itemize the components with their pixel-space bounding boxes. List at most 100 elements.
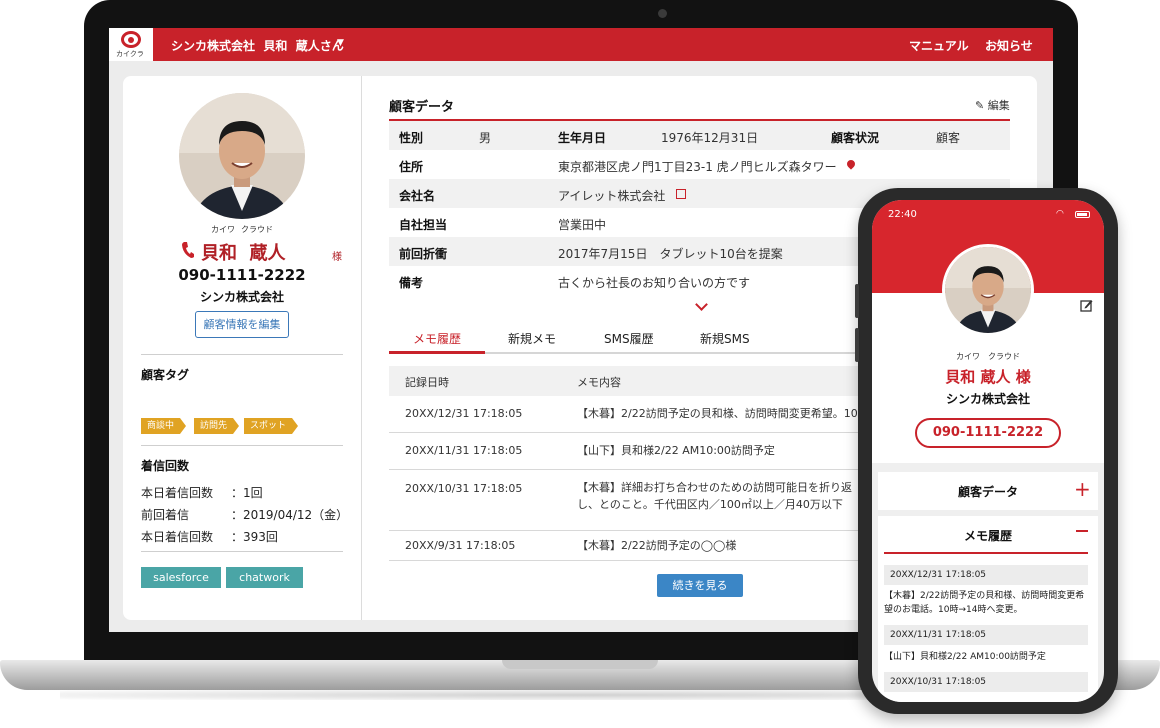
collapse-minus-icon[interactable] [1076,530,1088,532]
owner-label: 自社担当 [399,218,448,232]
customer-name: 貝和 蔵人 [201,243,286,264]
section-underline [884,552,1088,554]
expand-chevron-icon[interactable] [695,298,708,311]
gender-label: 性別 [399,131,424,145]
phone-side-button [855,284,859,318]
app-logo[interactable]: カイクラ [109,28,153,61]
phone-side-button [855,328,859,362]
owner-value: 営業田中 [558,218,607,232]
company-value[interactable]: アイレット株式会社 [558,187,665,204]
manual-link[interactable]: マニュアル [909,37,969,54]
memo-text: 【木暮】詳細お打ち合わせのための訪問可能日を折り返し、とのこと。千代田区内／10… [577,481,852,511]
wifi-icon: ◠ [1056,209,1064,219]
stat-row: 前回着信 ：2019/04/12（金） [141,506,348,523]
stat-value: ：393回 [231,530,278,544]
stat-row: 本日着信回数 ：1回 [141,484,263,501]
honorific-label: 様 [332,252,342,263]
status-time: 22:40 [888,209,917,220]
mobile-memo-date: 20XX/10/31 17:18:05 [884,672,1088,692]
notes-label: 備考 [399,276,424,290]
address-label: 住所 [399,160,424,174]
mobile-phone-frame: 22:40 ◠ カイワ クラウド 貝和 蔵人 様 シンカ株式会社 090-111… [855,188,1118,714]
data-row-basic: 性別 男 生年月日 1976年12月31日 顧客状況 顧客 [389,121,1010,150]
logo-text: カイクラ [116,50,144,58]
stat-label: 本日着信回数 [141,530,214,544]
last-deal-value: 2017年7月15日 タブレット10台を提案 [558,247,783,261]
edit-icon[interactable] [1080,299,1093,312]
divider [141,354,343,355]
active-tab-indicator [389,351,485,354]
mobile-memo-text: 【木暮】2/22訪問予定の貝和様、訪問時間変更希望のお電話。10時→14時へ変更… [884,591,1085,615]
mobile-customer-avatar [942,244,1034,336]
tag-chip[interactable]: 商談中 [141,418,187,434]
memo-date: 20XX/12/31 17:18:05 [405,407,523,420]
divider [141,445,343,446]
stat-row: 本日着信回数 ：393回 [141,528,278,545]
caret-down-icon[interactable]: ▼ [337,38,344,48]
notice-link[interactable]: お知らせ [985,37,1033,54]
mobile-memo-date: 20XX/11/31 17:18:05 [884,625,1088,645]
battery-icon [1075,211,1090,218]
tab-new-memo[interactable]: 新規メモ [508,330,556,347]
laptop-notch [502,660,658,669]
mobile-call-button[interactable]: 090-1111-2222 [915,418,1061,448]
memo-date: 20XX/9/31 17:18:05 [405,539,516,552]
address-value: 東京都港区虎ノ門1丁目23-1 虎ノ門ヒルズ森タワー [558,160,837,174]
memo-date: 20XX/10/31 17:18:05 [405,482,523,495]
tab-sms-history[interactable]: SMS履歴 [604,330,654,347]
tag-chip[interactable]: 訪問先 [194,418,240,434]
expand-plus-icon[interactable]: + [1074,477,1091,501]
mobile-app-screen: 22:40 ◠ カイワ クラウド 貝和 蔵人 様 シンカ株式会社 090-111… [872,200,1104,702]
customer-phone[interactable]: 090-1111-2222 [123,266,361,284]
phone-icon[interactable] [181,241,195,259]
edit-data-label: 編集 [987,99,1010,112]
status-label: 顧客状況 [831,131,880,145]
camera-dot [658,9,667,18]
mobile-memo-title: メモ履歴 [963,529,1012,543]
load-more-button[interactable]: 続きを見る [657,574,743,597]
edit-icon: ✎ [975,99,985,112]
external-link-icon[interactable] [676,189,686,199]
customer-tags-title: 顧客タグ [141,368,190,382]
customer-data-title: 顧客データ [389,100,455,115]
salesforce-button[interactable]: salesforce [141,567,221,588]
stat-value: ：2019/04/12（金） [231,508,349,522]
mobile-memo-date: 20XX/12/31 17:18:05 [884,565,1088,585]
logo-mark-icon [121,31,141,48]
birthday-value: 1976年12月31日 [661,131,759,145]
mobile-memo-text: 【山下】貝和様2/22 AM10:00訪問予定 [884,652,1046,662]
mobile-customer-data-section[interactable]: 顧客データ + [878,472,1098,510]
chatwork-button[interactable]: chatwork [226,567,303,588]
last-deal-label: 前回折衝 [399,247,448,261]
company-label: 会社名 [399,189,436,203]
mobile-customer-company: シンカ株式会社 [945,392,1030,406]
kana-last-name: カイワ [211,225,235,234]
stat-value: ：1回 [231,486,263,500]
tab-new-sms[interactable]: 新規SMS [700,330,750,347]
panel-divider [361,76,362,620]
stat-label: 前回着信 [141,508,190,522]
map-pin-icon[interactable] [845,158,857,170]
data-row-address: 住所 東京都港区虎ノ門1丁目23-1 虎ノ門ヒルズ森タワー [389,150,1010,179]
mobile-customer-name: 貝和 蔵人 様 [945,368,1031,386]
mobile-customer-data-title: 顧客データ [957,485,1018,499]
tag-chip[interactable]: スポット [244,418,299,434]
status-value: 顧客 [936,131,961,145]
top-navigation-bar: カイクラ シンカ株式会社 貝和 蔵人さん ▼ マニュアル お知らせ [109,28,1053,61]
memo-text: 【木暮】2/22訪問予定の◯◯様 [577,539,737,552]
notes-value: 古くから社長のお知り合いの方です [558,276,751,290]
customer-company: シンカ株式会社 [199,290,284,304]
column-header-date: 記録日時 [405,376,449,389]
column-header-content: メモ内容 [577,376,621,389]
tab-memo-history[interactable]: メモ履歴 [413,330,461,347]
call-count-title: 着信回数 [141,459,190,473]
birthday-label: 生年月日 [558,131,607,145]
memo-date: 20XX/11/31 17:18:05 [405,444,523,457]
stat-label: 本日着信回数 [141,486,214,500]
current-user-menu[interactable]: シンカ株式会社 貝和 蔵人さん [171,37,344,54]
edit-customer-button[interactable]: 顧客情報を編集 [195,311,289,338]
gender-value: 男 [479,131,492,145]
memo-text: 【山下】貝和様2/22 AM10:00訪問予定 [577,444,775,457]
memo-text: 【木暮】2/22訪問予定の貝和様、訪問時間変更希望。10時→ [577,407,878,420]
edit-customer-data-button[interactable]: ✎ 編集 [975,97,1010,113]
